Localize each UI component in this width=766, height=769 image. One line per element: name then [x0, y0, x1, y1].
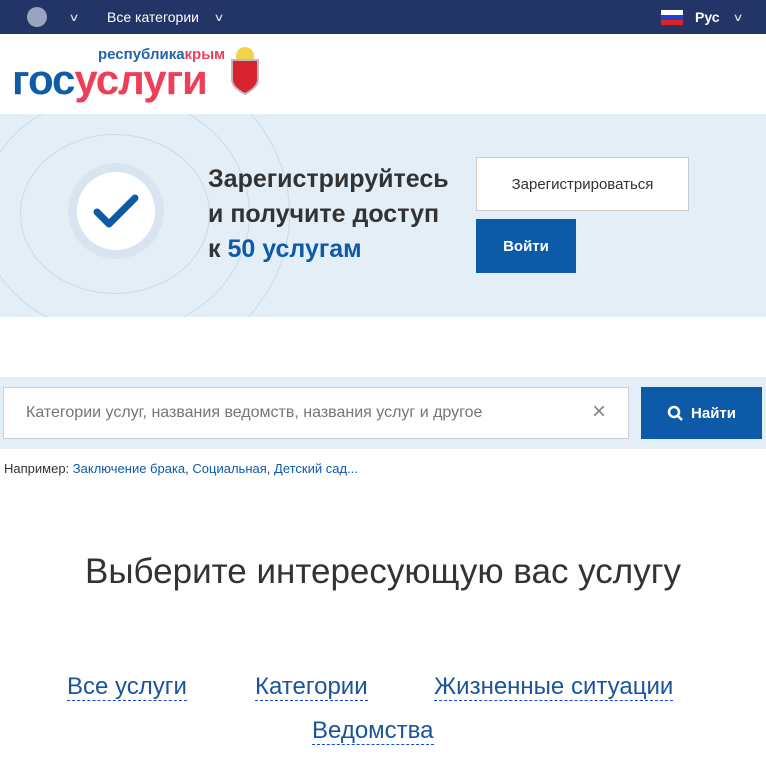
example-link[interactable]: Социальная — [192, 461, 266, 476]
link-departments[interactable]: Ведомства — [312, 718, 434, 745]
register-button[interactable]: Зарегистрироваться — [476, 157, 689, 211]
logo-uslugi: услуги — [74, 56, 207, 103]
chevron-down-icon[interactable]: ∨ — [213, 0, 224, 34]
russia-flag-icon — [661, 0, 683, 34]
search-button[interactable]: Найти — [641, 387, 762, 439]
link-categories[interactable]: Категории — [255, 674, 368, 701]
categories-menu[interactable]: Все категории — [107, 0, 199, 34]
search-input[interactable] — [3, 387, 629, 439]
check-icon — [68, 163, 164, 259]
logo-gos: гос — [12, 56, 75, 103]
example-link[interactable]: Детский сад... — [274, 461, 358, 476]
top-bar: ∨ Все категории ∨ Рус ∨ — [0, 0, 766, 34]
search-button-label: Найти — [691, 404, 736, 422]
search-examples: Например: Заключение брака, Социальная, … — [4, 461, 358, 476]
chevron-down-icon[interactable]: ∨ — [732, 0, 743, 34]
examples-label: Например: — [4, 461, 70, 476]
crimea-emblem-icon — [224, 46, 266, 101]
logo[interactable]: республикакрым госуслуги — [0, 34, 766, 114]
clear-icon[interactable]: × — [592, 398, 606, 426]
link-all-services[interactable]: Все услуги — [67, 674, 187, 701]
chevron-down-icon[interactable]: ∨ — [68, 0, 79, 34]
search-icon — [667, 405, 683, 421]
language-select[interactable]: Рус — [695, 0, 720, 34]
example-link[interactable]: Заключение брака — [73, 461, 185, 476]
russia-emblem-icon[interactable] — [24, 0, 50, 34]
page-title: Выберите интересующую вас услугу — [85, 552, 681, 591]
login-button[interactable]: Войти — [476, 219, 576, 273]
link-life-situations[interactable]: Жизненные ситуации — [434, 674, 674, 701]
banner-text: Зарегистрируйтесь и получите доступ к 50 … — [208, 165, 449, 263]
